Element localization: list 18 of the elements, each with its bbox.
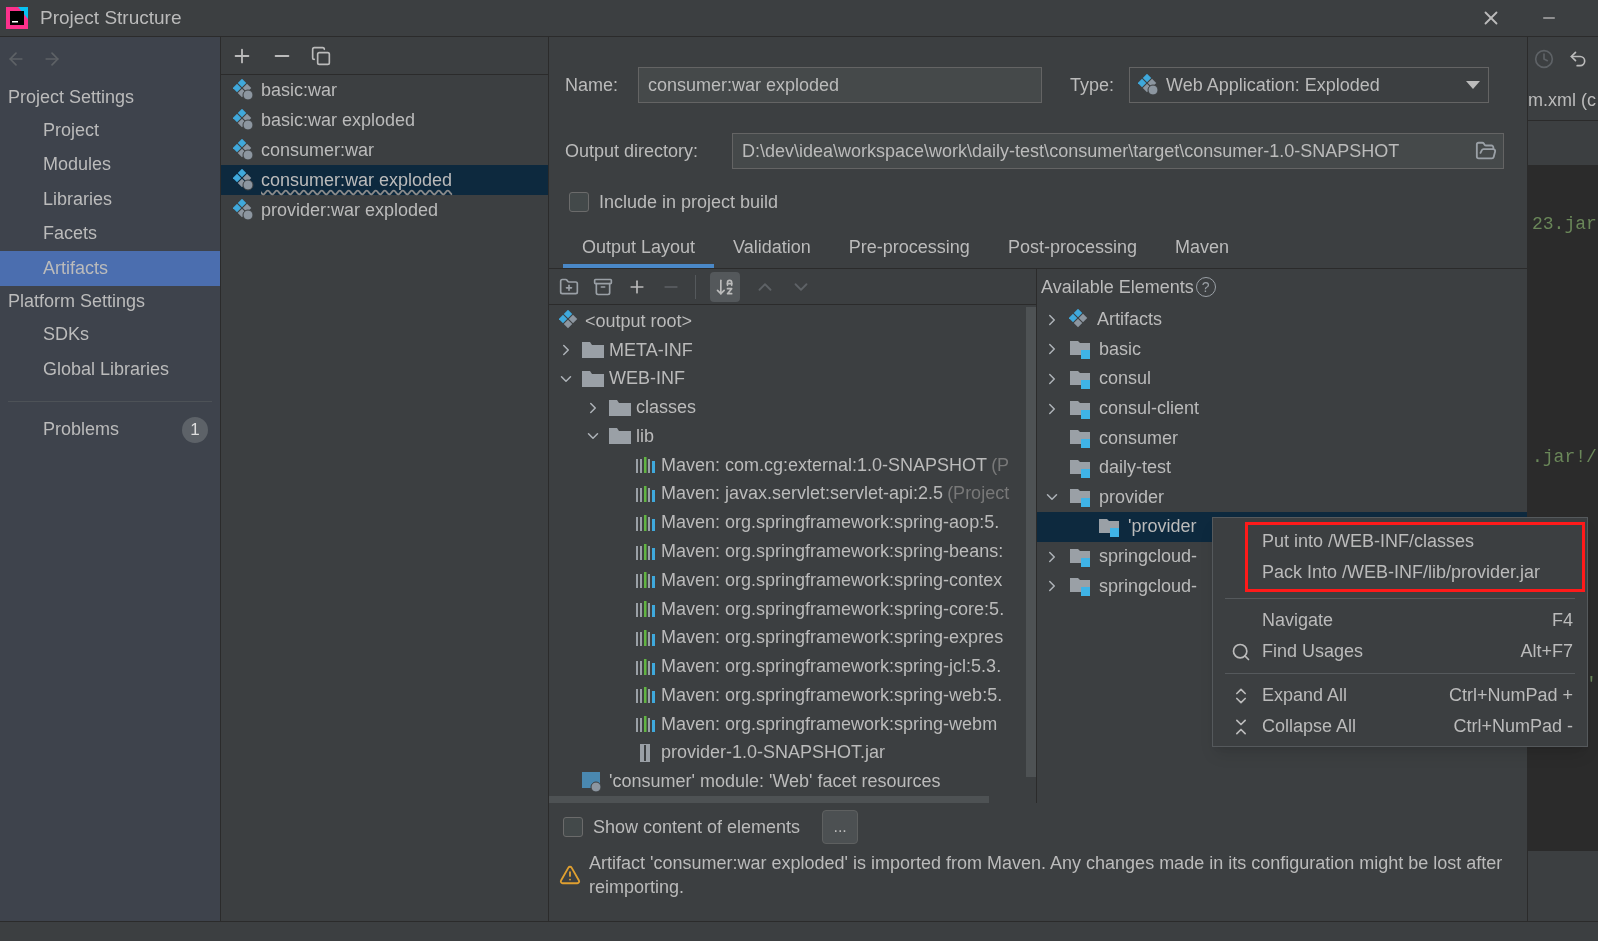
section-heading: Platform Settings bbox=[7, 290, 147, 313]
code-text: ' bbox=[1586, 673, 1598, 696]
tree-item-note: (Project bbox=[947, 482, 1010, 506]
code-text: 23.jar bbox=[1532, 213, 1598, 236]
section-heading: Project Settings bbox=[7, 85, 136, 109]
shortcut-label: F4 bbox=[1552, 609, 1573, 632]
field-label: Name: bbox=[565, 73, 619, 97]
panel-title: Available Elements bbox=[1041, 275, 1194, 299]
window-title: Project Structure bbox=[40, 5, 182, 30]
tree-item-note: (P bbox=[991, 453, 1010, 477]
warning-message: Artifact 'consumer:war exploded' is imported from Maven. Any changes made in its configuration might be lost after reimporting. bbox=[589, 852, 1504, 899]
shortcut-label: Ctrl+NumPad - bbox=[1453, 715, 1573, 738]
field-label: Output directory: bbox=[565, 139, 700, 163]
field-label: Type: bbox=[1070, 73, 1116, 97]
count-badge: 1 bbox=[182, 416, 208, 443]
shortcut-label: Ctrl+NumPad + bbox=[1448, 684, 1573, 707]
code-text: .jar!/ bbox=[1532, 446, 1598, 469]
shortcut-label: Alt+F7 bbox=[1520, 640, 1573, 663]
